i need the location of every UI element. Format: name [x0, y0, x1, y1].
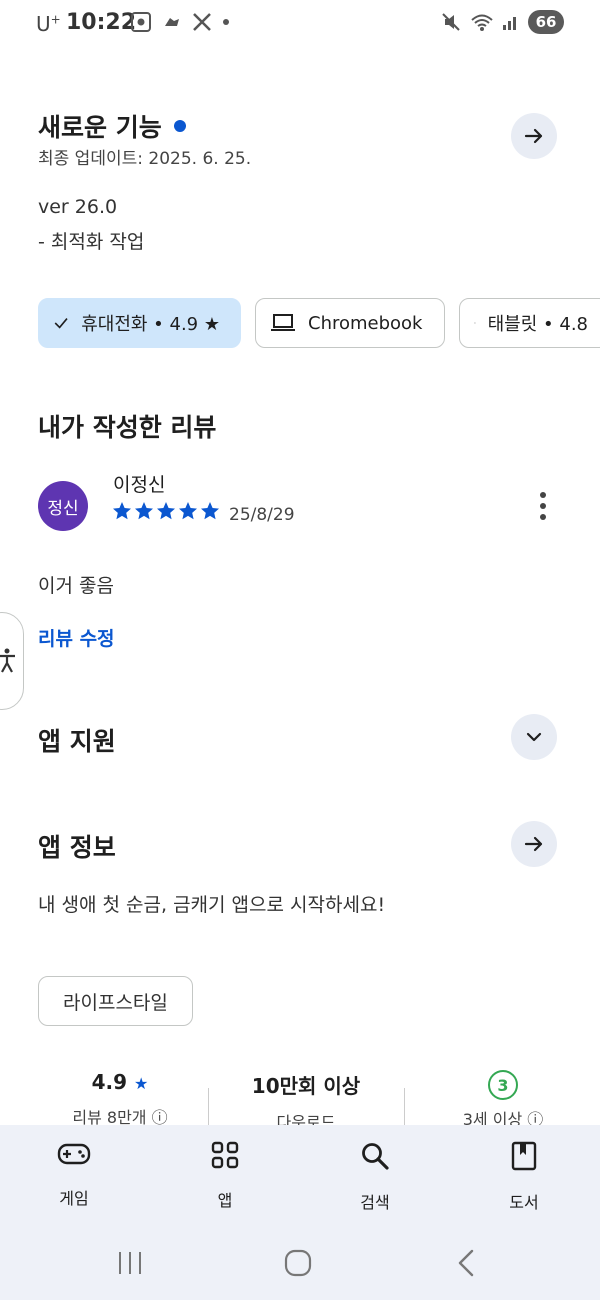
- chip-tablet[interactable]: 태블릿 • 4.8: [459, 298, 600, 348]
- nav-search[interactable]: 검색: [335, 1141, 415, 1213]
- nav-games[interactable]: 게임: [34, 1141, 114, 1209]
- mute-icon: [442, 13, 460, 31]
- system-icons: 66: [440, 10, 564, 34]
- category-chip[interactable]: 라이프스타일: [38, 976, 193, 1026]
- star-icon: [179, 502, 197, 520]
- device-chips: 휴대전화 • 4.9 ★ Chromebook 태블릿 • 4.8: [38, 298, 600, 348]
- whats-new-heading: 새로운 기능: [38, 108, 186, 144]
- new-indicator-dot: [173, 120, 186, 132]
- tablet-icon: [474, 322, 476, 324]
- version-text: ver 26.0: [38, 196, 118, 218]
- accessibility-tab[interactable]: [0, 612, 24, 710]
- review-stars: [112, 501, 220, 521]
- carrier-label: U+: [36, 12, 61, 36]
- apps-grid-icon: [211, 1141, 239, 1169]
- chip-chromebook-label: Chromebook: [308, 312, 423, 334]
- arrow-right-icon: [524, 128, 543, 144]
- nav-apps-label: 앱: [217, 1191, 233, 1210]
- update-note: - 최적화 작업: [38, 231, 145, 253]
- status-bar: U+ 10:22 66: [0, 0, 600, 48]
- app-stats: 4.9 ★ 리뷰 8만개 ⓘ 10만회 이상 다운로드 3 3세 이상 ⓘ: [0, 1070, 600, 1133]
- stat-rating: 4.9 ★ 리뷰 8만개 ⓘ: [60, 1070, 180, 1128]
- accessibility-icon: [0, 648, 15, 673]
- review-author: 이정신: [113, 474, 166, 496]
- nav-books-label: 도서: [509, 1193, 539, 1212]
- nav-apps[interactable]: 앱: [185, 1141, 265, 1211]
- edit-review-link[interactable]: 리뷰 수정: [38, 624, 115, 651]
- stat-divider: [404, 1088, 405, 1126]
- whats-new-arrow-button[interactable]: [511, 113, 557, 159]
- my-review-heading: 내가 작성한 리뷰: [38, 413, 217, 442]
- chip-phone-label: 휴대전화 • 4.9 ★: [81, 314, 220, 335]
- status-time: 10:22: [66, 10, 137, 35]
- nav-games-label: 게임: [59, 1189, 89, 1208]
- rating-value: 4.9: [91, 1070, 128, 1094]
- cloud-icon: [165, 18, 179, 26]
- app-info-heading: 앱 정보: [38, 833, 116, 862]
- system-navigation-bar: [0, 1230, 600, 1300]
- app-info-arrow-button[interactable]: [511, 821, 557, 867]
- app-support-heading: 앱 지원: [38, 727, 116, 756]
- avatar: 정신: [38, 481, 88, 531]
- battery-indicator: 66: [528, 10, 564, 34]
- chip-phone[interactable]: 휴대전화 • 4.9 ★: [38, 298, 241, 348]
- arrow-right-icon: [524, 836, 543, 852]
- review-text: 이거 좋음: [38, 575, 114, 597]
- review-date: 25/8/29: [229, 505, 295, 525]
- stat-divider: [208, 1088, 209, 1126]
- chevron-down-icon: [526, 732, 542, 742]
- bottom-navigation: 게임 앱 검색 도서: [0, 1125, 600, 1230]
- review-more-button[interactable]: [530, 488, 556, 524]
- stat-downloads: 10만회 이상 다운로드: [236, 1070, 376, 1133]
- back-icon[interactable]: [455, 1248, 477, 1278]
- chip-chromebook[interactable]: Chromebook: [255, 298, 445, 348]
- downloads-value: 10만회 이상: [251, 1074, 361, 1098]
- laptop-icon: [271, 314, 295, 331]
- last-updated: 최종 업데이트: 2025. 6. 25.: [38, 149, 252, 169]
- nav-search-label: 검색: [360, 1193, 390, 1212]
- star-icon: [135, 502, 153, 520]
- home-icon[interactable]: [284, 1249, 312, 1277]
- app-support-expand-button[interactable]: [511, 714, 557, 760]
- gamepad-icon: [57, 1143, 91, 1165]
- nav-books[interactable]: 도서: [484, 1141, 564, 1213]
- app-description: 내 생애 첫 순금, 금캐기 앱으로 시작하세요!: [38, 894, 386, 916]
- signal-icon: [503, 17, 516, 30]
- star-icon: [201, 502, 219, 520]
- chip-tablet-label: 태블릿 • 4.8: [487, 314, 588, 335]
- x-app-icon: [193, 13, 211, 31]
- recent-apps-icon[interactable]: [116, 1250, 144, 1276]
- star-icon: [113, 502, 131, 520]
- book-icon: [511, 1141, 537, 1171]
- stat-age: 3 3세 이상 ⓘ: [444, 1070, 562, 1130]
- notification-icons: [130, 11, 230, 33]
- screenshot-icon: [131, 12, 151, 32]
- check-icon: [54, 318, 68, 329]
- search-icon: [362, 1143, 389, 1170]
- age-rating-badge: 3: [488, 1070, 518, 1100]
- wifi-icon: [471, 14, 493, 31]
- more-notifications-icon: [223, 19, 229, 25]
- star-icon: [157, 502, 175, 520]
- star-icon: ★: [134, 1074, 149, 1093]
